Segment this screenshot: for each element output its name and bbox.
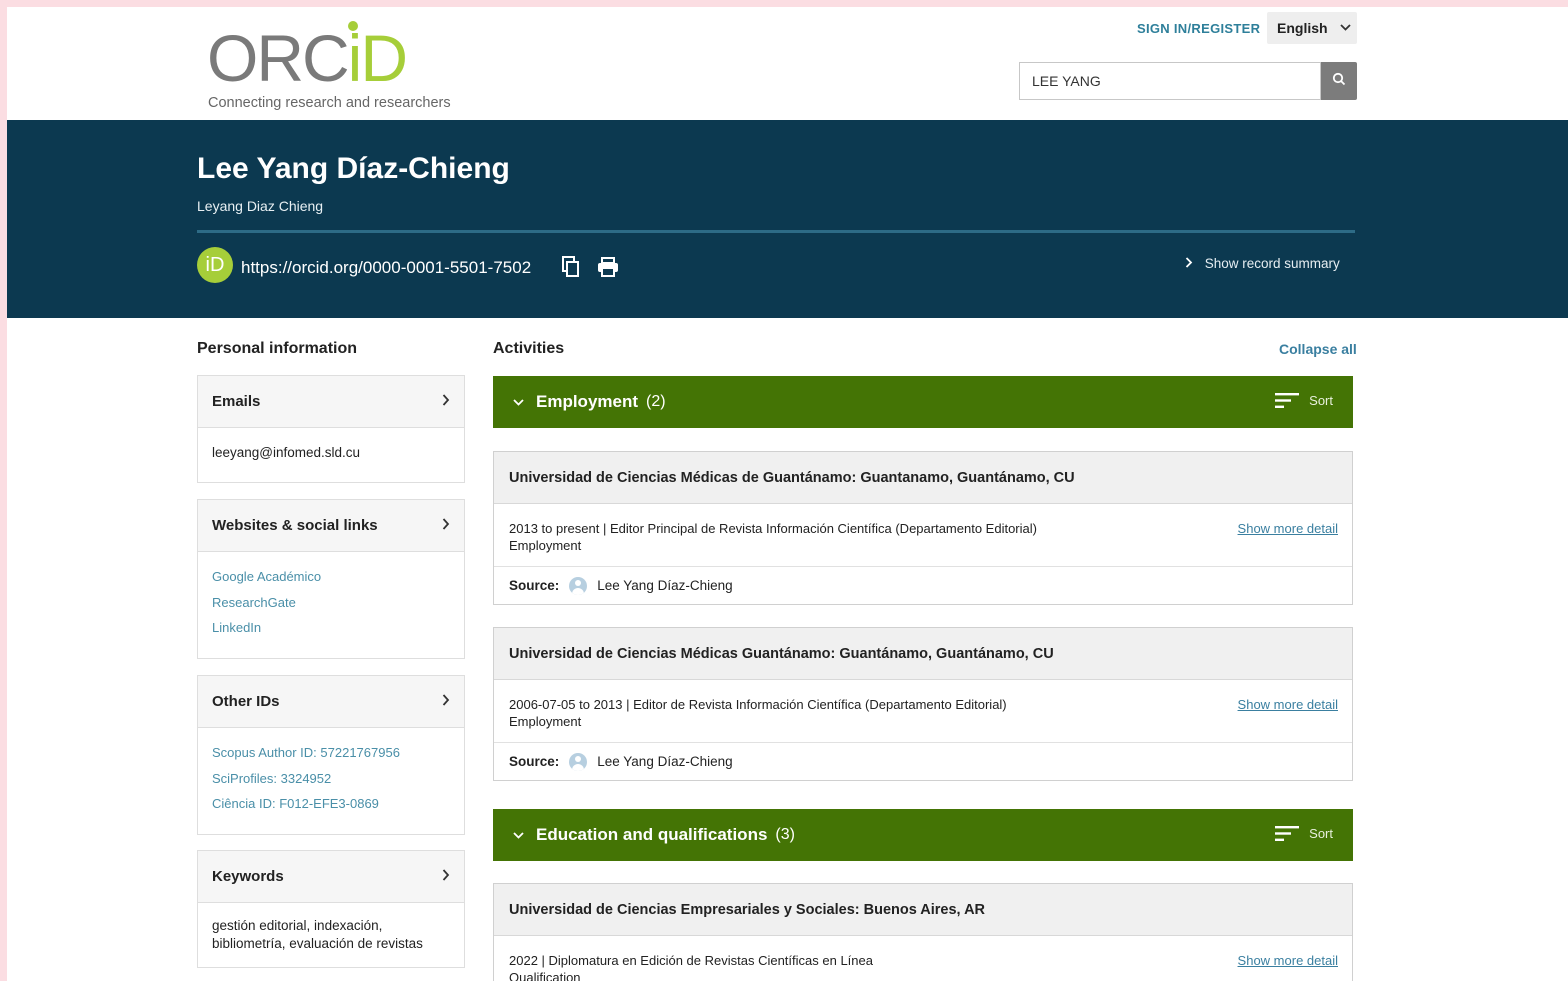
employment-type: Employment [509, 714, 582, 729]
employment-source: Source: Lee Yang Díaz-Chieng [494, 743, 1352, 780]
chevron-down-icon [1339, 22, 1351, 34]
show-more-detail-link[interactable]: Show more detail [1238, 696, 1338, 713]
profile-banner: Lee Yang Díaz-Chieng Leyang Diaz Chieng … [7, 120, 1568, 318]
orcid-logo[interactable]: ORCiD Connecting research and researcher… [207, 19, 487, 115]
employment-org: Universidad de Ciencias Médicas de Guant… [494, 452, 1352, 504]
emails-card: Emails leeyang@infomed.sld.cu [197, 375, 465, 483]
websites-header[interactable]: Websites & social links [198, 500, 464, 552]
website-link[interactable]: ResearchGate [212, 590, 450, 616]
user-avatar-icon [569, 576, 588, 595]
show-more-detail-link[interactable]: Show more detail [1238, 952, 1338, 969]
employment-source: Source: Lee Yang Díaz-Chieng [494, 567, 1352, 604]
employment-type: Employment [509, 538, 582, 553]
logo-wordmark: ORCiD [207, 21, 408, 95]
other-id-link[interactable]: Ciência ID: F012-EFE3-0869 [212, 791, 450, 817]
print-icon[interactable] [597, 257, 619, 277]
chevron-right-icon [442, 693, 450, 710]
chevron-down-icon [513, 395, 524, 409]
education-item: Universidad de Ciencias Empresariales y … [493, 883, 1353, 981]
sort-label: Sort [1309, 393, 1333, 408]
websites-card: Websites & social links Google Académico… [197, 499, 465, 659]
language-label: English [1277, 20, 1328, 36]
source-label: Source: [509, 578, 560, 593]
user-avatar-icon [569, 752, 588, 771]
sort-icon [1275, 826, 1300, 841]
website-link[interactable]: LinkedIn [212, 615, 450, 641]
education-org: Universidad de Ciencias Empresariales y … [494, 884, 1352, 936]
education-sort-button[interactable]: Sort [1275, 825, 1333, 842]
employment-org: Universidad de Ciencias Médicas Guantána… [494, 628, 1352, 680]
other-id-link[interactable]: Scopus Author ID: 57221767956 [212, 740, 450, 766]
activities-heading: Activities [493, 340, 565, 357]
show-more-detail-link[interactable]: Show more detail [1238, 520, 1338, 537]
education-role: 2022 | Diplomatura en Edición de Revista… [509, 953, 873, 968]
employment-item: Universidad de Ciencias Médicas de Guant… [493, 451, 1353, 605]
education-type: Qualification [509, 970, 581, 981]
search-button[interactable] [1321, 62, 1357, 100]
employment-role: 2006-07-05 to 2013 | Editor de Revista I… [509, 697, 1007, 712]
profile-name: Lee Yang Díaz-Chieng [197, 152, 510, 185]
language-selector[interactable]: English [1267, 12, 1357, 44]
sort-label: Sort [1309, 826, 1333, 841]
education-title: Education and qualifications [536, 825, 768, 844]
employment-detail: 2013 to present | Editor Principal de Re… [494, 504, 1352, 567]
orcid-id-icon: iD [197, 247, 233, 283]
show-record-summary-link[interactable]: Show record summary [1185, 256, 1340, 271]
other-ids-card: Other IDs Scopus Author ID: 57221767956 … [197, 675, 465, 835]
employment-detail: 2006-07-05 to 2013 | Editor de Revista I… [494, 680, 1352, 743]
employment-sort-button[interactable]: Sort [1275, 392, 1333, 409]
collapse-all-link[interactable]: Collapse all [1279, 341, 1357, 357]
profile-alias: Leyang Diaz Chieng [197, 198, 324, 214]
other-id-link[interactable]: SciProfiles: 3324952 [212, 766, 450, 792]
email-value: leeyang@infomed.sld.cu [212, 445, 361, 460]
orcid-url[interactable]: https://orcid.org/0000-0001-5501-7502 [241, 258, 531, 278]
keywords-title: Keywords [212, 868, 284, 885]
education-count: (3) [775, 826, 795, 843]
employment-count: (2) [646, 393, 666, 410]
chevron-right-icon [442, 393, 450, 410]
keywords-card: Keywords gestión editorial, indexación, … [197, 850, 465, 968]
chevron-right-icon [1185, 256, 1205, 271]
employment-section-header[interactable]: Employment (2) Sort [493, 376, 1353, 428]
education-detail: 2022 | Diplomatura en Edición de Revista… [494, 936, 1352, 981]
sign-in-register-link[interactable]: SIGN IN/REGISTER [1137, 21, 1260, 36]
chevron-down-icon [513, 828, 524, 842]
other-ids-header[interactable]: Other IDs [198, 676, 464, 728]
education-section-header[interactable]: Education and qualifications (3) Sort [493, 809, 1353, 861]
chevron-right-icon [442, 868, 450, 885]
page: ORCiD Connecting research and researcher… [7, 7, 1568, 981]
employment-role: 2013 to present | Editor Principal de Re… [509, 521, 1037, 536]
chevron-right-icon [442, 517, 450, 534]
keywords-header[interactable]: Keywords [198, 851, 464, 903]
banner-divider [197, 230, 1355, 233]
employment-item: Universidad de Ciencias Médicas Guantána… [493, 627, 1353, 781]
tagline: Connecting research and researchers [208, 95, 451, 111]
emails-title: Emails [212, 393, 261, 410]
logo-dot [348, 21, 358, 31]
keywords-text: gestión editorial, indexación, bibliomet… [212, 918, 423, 951]
employment-title: Employment [536, 392, 639, 411]
source-name: Lee Yang Díaz-Chieng [597, 754, 733, 769]
copy-icon[interactable] [561, 256, 581, 278]
source-name: Lee Yang Díaz-Chieng [597, 578, 733, 593]
sort-icon [1275, 393, 1300, 408]
website-link[interactable]: Google Académico [212, 564, 450, 590]
search-icon [1332, 72, 1346, 91]
source-label: Source: [509, 754, 560, 769]
emails-header[interactable]: Emails [198, 376, 464, 428]
show-record-summary-label: Show record summary [1204, 256, 1340, 271]
personal-info-heading: Personal information [197, 340, 358, 357]
websites-title: Websites & social links [212, 517, 378, 534]
other-ids-title: Other IDs [212, 693, 280, 710]
search-input[interactable] [1019, 62, 1321, 100]
